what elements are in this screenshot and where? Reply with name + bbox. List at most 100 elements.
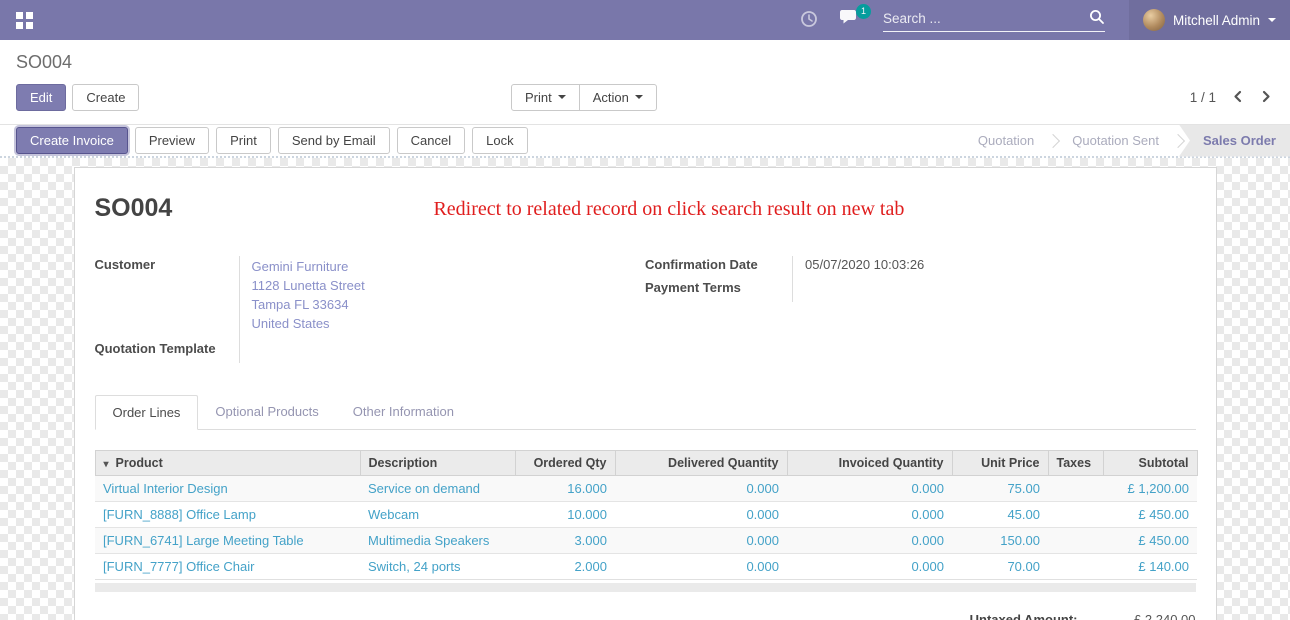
status-step-quotation-sent[interactable]: Quotation Sent xyxy=(1054,125,1177,157)
messages-count-badge: 1 xyxy=(856,4,871,19)
cell[interactable]: £ 140.00 xyxy=(1103,554,1197,580)
cell[interactable]: [FURN_8888] Office Lamp xyxy=(95,502,360,528)
cell[interactable]: 0.000 xyxy=(787,502,952,528)
customer-value[interactable]: Gemini Furniture 1128 Lunetta Street Tam… xyxy=(240,256,365,340)
column-header[interactable]: Taxes xyxy=(1048,451,1103,476)
order-lines-body: Virtual Interior DesignService on demand… xyxy=(95,476,1197,580)
create-button[interactable]: Create xyxy=(72,84,139,111)
cell[interactable] xyxy=(1048,554,1103,580)
form-sheet: SO004 Redirect to related record on clic… xyxy=(74,167,1217,620)
search-input[interactable] xyxy=(883,11,1089,26)
table-row[interactable]: Virtual Interior DesignService on demand… xyxy=(95,476,1197,502)
cell[interactable]: £ 1,200.00 xyxy=(1103,476,1197,502)
caret-down-icon xyxy=(558,95,566,103)
print-dropdown[interactable]: Print xyxy=(511,84,580,111)
column-header[interactable]: Unit Price xyxy=(952,451,1048,476)
cell[interactable]: 3.000 xyxy=(515,528,615,554)
cell[interactable]: Webcam xyxy=(360,502,515,528)
column-header[interactable]: Delivered Quantity xyxy=(615,451,787,476)
cell[interactable]: [FURN_7777] Office Chair xyxy=(95,554,360,580)
record-title: SO004 xyxy=(95,194,173,223)
tab-other-information[interactable]: Other Information xyxy=(336,395,471,429)
field-group-left: Customer Gemini Furniture 1128 Lunetta S… xyxy=(95,256,646,363)
print-button[interactable]: Print xyxy=(216,127,271,154)
tab-optional-products[interactable]: Optional Products xyxy=(198,395,335,429)
user-menu[interactable]: Mitchell Admin xyxy=(1129,0,1290,40)
lock-button[interactable]: Lock xyxy=(472,127,527,154)
top-navbar: 1 Mitchell Admin xyxy=(0,0,1290,40)
cell[interactable]: Service on demand xyxy=(360,476,515,502)
customer-country: United States xyxy=(252,314,365,333)
untaxed-amount-value: £ 2,240.00 xyxy=(1078,612,1196,620)
pager-next-button[interactable] xyxy=(1259,90,1274,106)
sheet-header: SO004 Redirect to related record on clic… xyxy=(95,194,1196,223)
order-lines-table: ▾ProductDescriptionOrdered QtyDelivered … xyxy=(95,450,1198,580)
tab-order-lines[interactable]: Order Lines xyxy=(95,395,199,430)
cell[interactable]: 0.000 xyxy=(787,528,952,554)
cell[interactable] xyxy=(1048,502,1103,528)
cell[interactable]: 0.000 xyxy=(615,476,787,502)
payment-terms-label: Payment Terms xyxy=(645,279,793,302)
cell[interactable]: 75.00 xyxy=(952,476,1048,502)
cell[interactable]: 0.000 xyxy=(615,554,787,580)
cell[interactable]: [FURN_6741] Large Meeting Table xyxy=(95,528,360,554)
cell[interactable]: 45.00 xyxy=(952,502,1048,528)
customer-name-link[interactable]: Gemini Furniture xyxy=(252,257,365,276)
cell[interactable]: Switch, 24 ports xyxy=(360,554,515,580)
action-dropdown[interactable]: Action xyxy=(579,84,657,111)
cell[interactable]: 2.000 xyxy=(515,554,615,580)
caret-down-icon[interactable]: ▾ xyxy=(104,459,109,470)
confirmation-date-label: Confirmation Date xyxy=(645,256,793,279)
edit-button[interactable]: Edit xyxy=(16,84,66,111)
field-group-right: Confirmation Date 05/07/2020 10:03:26 Pa… xyxy=(645,256,1196,363)
cancel-button[interactable]: Cancel xyxy=(397,127,465,154)
untaxed-amount-label: Untaxed Amount: xyxy=(970,612,1078,620)
cell[interactable]: £ 450.00 xyxy=(1103,502,1197,528)
column-header[interactable]: Subtotal xyxy=(1103,451,1197,476)
cell[interactable]: Virtual Interior Design xyxy=(95,476,360,502)
notebook-tabs: Order Lines Optional Products Other Info… xyxy=(95,395,1196,430)
table-row[interactable]: [FURN_7777] Office ChairSwitch, 24 ports… xyxy=(95,554,1197,580)
quotation-template-label: Quotation Template xyxy=(95,340,240,363)
column-header[interactable]: Description xyxy=(360,451,515,476)
cell[interactable]: 0.000 xyxy=(787,554,952,580)
column-header[interactable]: Ordered Qty xyxy=(515,451,615,476)
cell[interactable] xyxy=(1048,476,1103,502)
cell[interactable]: 0.000 xyxy=(787,476,952,502)
pager-previous-button[interactable] xyxy=(1230,90,1245,106)
status-step-sales-order[interactable]: Sales Order xyxy=(1179,125,1290,157)
field-quotation-template: Quotation Template xyxy=(95,340,646,363)
breadcrumb[interactable]: SO004 xyxy=(16,52,1274,73)
cell[interactable]: 10.000 xyxy=(515,502,615,528)
chevron-down-icon xyxy=(1268,18,1276,26)
field-confirmation-date: Confirmation Date 05/07/2020 10:03:26 xyxy=(645,256,1196,279)
cell[interactable]: £ 450.00 xyxy=(1103,528,1197,554)
chat-bubble-icon[interactable]: 1 xyxy=(840,10,861,30)
column-header[interactable]: ▾Product xyxy=(95,451,360,476)
cell[interactable]: 0.000 xyxy=(615,528,787,554)
form-view-background: SO004 Redirect to related record on clic… xyxy=(0,158,1290,620)
control-panel: SO004 Edit Create Print Action 1 / 1 xyxy=(0,40,1290,112)
cell[interactable] xyxy=(1048,528,1103,554)
statusbar-buttons: Create Invoice Preview Print Send by Ema… xyxy=(0,127,528,154)
cell[interactable]: Multimedia Speakers xyxy=(360,528,515,554)
magnifier-icon[interactable] xyxy=(1089,9,1105,28)
apps-grid-icon[interactable] xyxy=(16,12,33,29)
field-customer: Customer Gemini Furniture 1128 Lunetta S… xyxy=(95,256,646,340)
clock-icon[interactable] xyxy=(800,10,818,31)
create-invoice-button[interactable]: Create Invoice xyxy=(16,127,128,154)
status-step-quotation[interactable]: Quotation xyxy=(960,125,1052,157)
column-header[interactable]: Invoiced Quantity xyxy=(787,451,952,476)
customer-street: 1128 Lunetta Street xyxy=(252,276,365,295)
cell[interactable]: 150.00 xyxy=(952,528,1048,554)
payment-terms-value[interactable] xyxy=(793,279,805,302)
cell[interactable]: 0.000 xyxy=(615,502,787,528)
table-row[interactable]: [FURN_8888] Office LampWebcam10.0000.000… xyxy=(95,502,1197,528)
table-row[interactable]: [FURN_6741] Large Meeting TableMultimedi… xyxy=(95,528,1197,554)
control-panel-buttons: Edit Create Print Action 1 / 1 xyxy=(16,83,1274,112)
send-by-email-button[interactable]: Send by Email xyxy=(278,127,390,154)
preview-button[interactable]: Preview xyxy=(135,127,209,154)
cell[interactable]: 70.00 xyxy=(952,554,1048,580)
quotation-template-value[interactable] xyxy=(240,340,252,363)
cell[interactable]: 16.000 xyxy=(515,476,615,502)
